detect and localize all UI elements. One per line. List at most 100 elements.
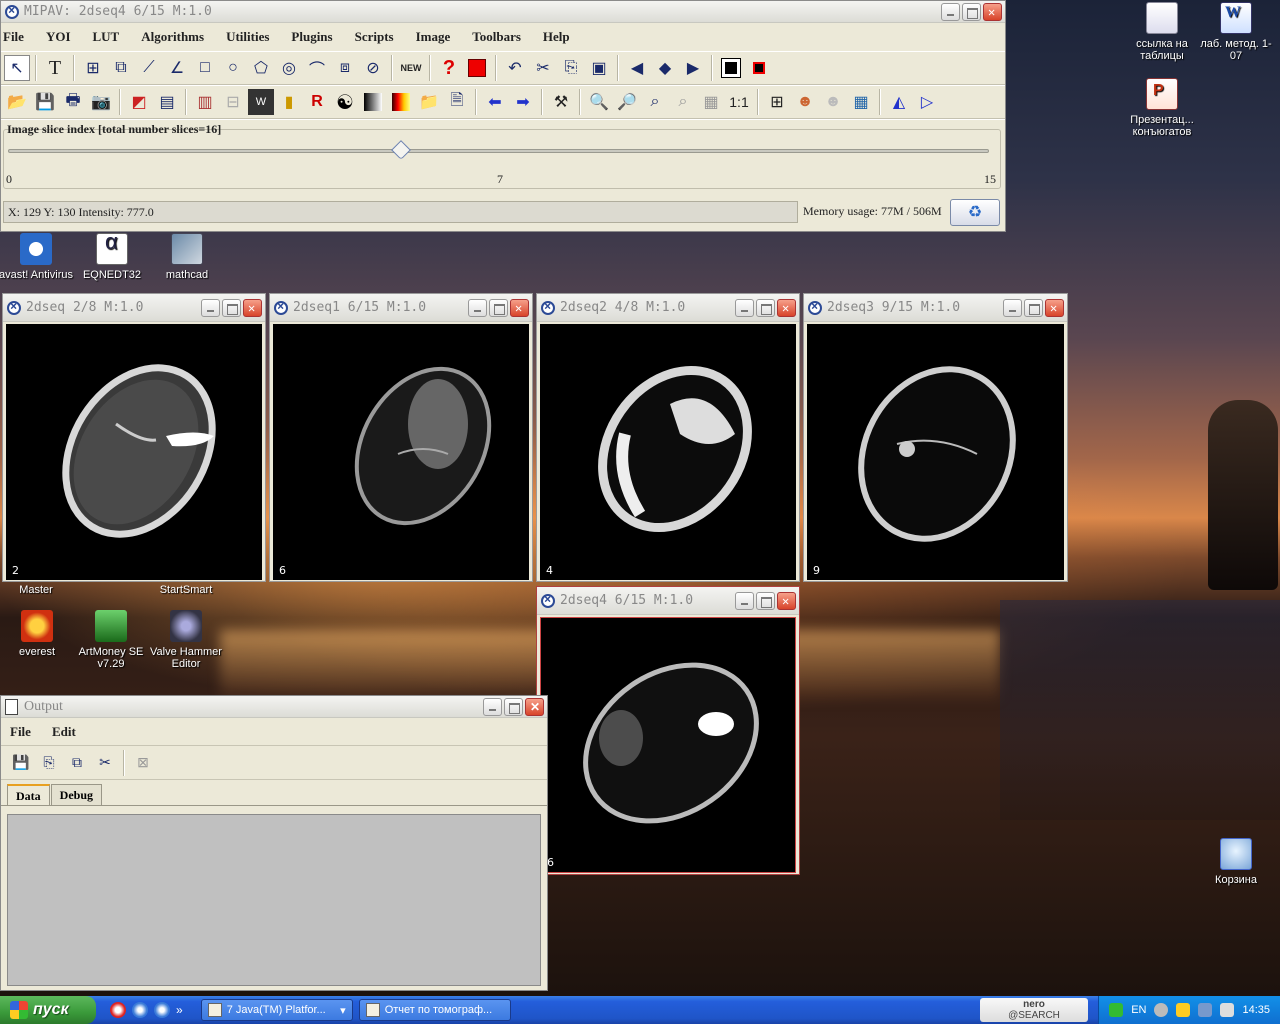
opera-icon[interactable]	[110, 1002, 126, 1018]
polyline-icon[interactable]: ⌒	[304, 55, 330, 81]
desktop-icon-eqnedt[interactable]: EQNEDT32	[72, 233, 152, 281]
prev-icon[interactable]: ⬅	[482, 89, 508, 115]
menu-help[interactable]: Help	[532, 29, 581, 45]
desktop-icon-recycle-bin[interactable]: Корзина	[1196, 838, 1276, 886]
close-button[interactable]	[243, 298, 262, 317]
quick-launch-more[interactable]: »	[176, 1003, 183, 1017]
point-voi-icon[interactable]: ⊞	[80, 55, 106, 81]
tab-debug[interactable]: Debug	[50, 784, 103, 805]
load-icon[interactable]: 📁	[416, 89, 442, 115]
language-indicator[interactable]: EN	[1131, 1004, 1146, 1016]
desktop-icon-master[interactable]: Master	[0, 584, 76, 596]
voi-back-icon[interactable]: ◀	[624, 55, 650, 81]
image-window-2dseq4[interactable]: 2dseq4 6/15 M:1.0 6	[536, 586, 800, 875]
close-button[interactable]	[983, 2, 1002, 21]
nero-search-box[interactable]: nero @SEARCH	[980, 998, 1088, 1022]
output-menu-file[interactable]: File	[1, 724, 43, 740]
tab-data[interactable]: Data	[7, 784, 50, 805]
close-button[interactable]	[777, 591, 796, 610]
task-java[interactable]: 7 Java(TM) Platfor... ▾	[200, 999, 353, 1021]
desktop-icon-lab-method[interactable]: лаб. метод. 1-07	[1196, 2, 1276, 62]
head-icon[interactable]: ☻	[792, 89, 818, 115]
desktop-icon-startsmart[interactable]: StartSmart	[146, 584, 226, 596]
maximize-button[interactable]	[756, 591, 775, 610]
desktop-icon-presentation[interactable]: Презентац... конъюгатов	[1122, 78, 1202, 138]
volume-icon[interactable]	[1220, 1003, 1235, 1017]
cut-icon[interactable]: ✂	[530, 55, 556, 81]
one-to-one-icon[interactable]: 1:1	[726, 89, 752, 115]
desktop-icon-everest[interactable]: everest	[0, 610, 77, 658]
save-icon[interactable]: 💾	[8, 750, 34, 776]
checker-icon[interactable]: ▦	[698, 89, 724, 115]
grid-icon[interactable]: ▦	[848, 89, 874, 115]
zoom-out-icon[interactable]: 🔎	[614, 89, 640, 115]
image-window-2dseq[interactable]: 2dseq 2/8 M:1.0 2	[2, 293, 266, 582]
close-button[interactable]	[510, 298, 529, 317]
polygon-icon[interactable]: ⬠	[248, 55, 274, 81]
stop-icon[interactable]	[464, 55, 490, 81]
cube-icon[interactable]: ⧈	[332, 55, 358, 81]
task-word-report[interactable]: Отчет по томограф...	[358, 999, 511, 1021]
maximize-button[interactable]	[489, 298, 508, 317]
paste-icon[interactable]: ⧉	[64, 750, 90, 776]
menu-plugins[interactable]: Plugins	[280, 29, 343, 45]
window-level-icon[interactable]: ⊟	[220, 89, 246, 115]
new-voi-icon[interactable]: NEW	[398, 55, 424, 81]
mipav-title-bar[interactable]: MIPAV: 2dseq4 6/15 M:1.0	[1, 1, 1005, 23]
mri-image[interactable]: 4	[540, 324, 796, 580]
paint-icon[interactable]: ▮	[276, 89, 302, 115]
help-icon[interactable]: ?	[436, 55, 462, 81]
maximize-button[interactable]	[962, 2, 981, 21]
copy-icon[interactable]: ⎘	[36, 750, 62, 776]
minimize-button[interactable]	[735, 591, 754, 610]
network-icon[interactable]	[1109, 1003, 1124, 1017]
minimize-button[interactable]	[735, 298, 754, 317]
undo-icon[interactable]: ↶	[502, 55, 528, 81]
desktop-icon-links[interactable]: ссылка на таблицы	[1122, 2, 1202, 62]
voi-middle-icon[interactable]: ◆	[652, 55, 678, 81]
minimize-button[interactable]	[201, 298, 220, 317]
output-menu-edit[interactable]: Edit	[43, 724, 88, 740]
paste-icon[interactable]: ▣	[586, 55, 612, 81]
rgb-icon[interactable]: R	[304, 89, 330, 115]
maximize-button[interactable]	[1024, 298, 1043, 317]
magnify-icon[interactable]: ⌕	[642, 89, 668, 115]
maximize-button[interactable]	[222, 298, 241, 317]
desktop-icon-avast[interactable]: avast! Antivirus	[0, 233, 76, 281]
yin-yang-icon[interactable]: ☯	[332, 89, 358, 115]
shield-icon[interactable]	[1176, 1003, 1191, 1017]
color-ramp-icon[interactable]	[388, 89, 414, 115]
qr-icon[interactable]: ⊞	[764, 89, 790, 115]
flip-icon[interactable]: ◭	[886, 89, 912, 115]
menu-scripts[interactable]: Scripts	[344, 29, 405, 45]
output-title-bar[interactable]: Output	[1, 696, 547, 718]
garbage-collect-button[interactable]: ♻	[950, 199, 1000, 226]
multi-point-icon[interactable]: ⧉	[108, 55, 134, 81]
desktop-icon-valve-hammer[interactable]: Valve Hammer Editor	[146, 610, 226, 670]
internet-explorer-icon[interactable]	[132, 1002, 148, 1018]
mri-image[interactable]: 6	[540, 617, 796, 873]
voi-front-icon[interactable]: ▶	[680, 55, 706, 81]
antivirus-tray-icon[interactable]	[1154, 1003, 1169, 1017]
protractor-icon[interactable]: ∠	[164, 55, 190, 81]
gradient-icon[interactable]	[360, 89, 386, 115]
lut-icon[interactable]: W	[248, 89, 274, 115]
image-window-2dseq3[interactable]: 2dseq3 9/15 M:1.0 9	[803, 293, 1068, 582]
minimize-button[interactable]	[1003, 298, 1022, 317]
menu-lut[interactable]: LUT	[82, 29, 131, 45]
open-icon[interactable]: 📂	[4, 89, 30, 115]
mri-image[interactable]: 2	[6, 324, 262, 580]
monitor-icon[interactable]	[1198, 1003, 1213, 1017]
menu-utilities[interactable]: Utilities	[215, 29, 280, 45]
close-button[interactable]	[777, 298, 796, 317]
desktop-icon-mathcad[interactable]: mathcad	[147, 233, 227, 281]
color-box-icon[interactable]	[718, 55, 744, 81]
maximize-button[interactable]	[504, 697, 523, 716]
close-button[interactable]	[1045, 298, 1064, 317]
rectangle-icon[interactable]: □	[192, 55, 218, 81]
minimize-button[interactable]	[483, 697, 502, 716]
histogram-icon[interactable]: ▥	[192, 89, 218, 115]
menu-toolbars[interactable]: Toolbars	[461, 29, 532, 45]
color-fill-icon[interactable]	[746, 55, 772, 81]
text-icon[interactable]: T	[42, 55, 68, 81]
